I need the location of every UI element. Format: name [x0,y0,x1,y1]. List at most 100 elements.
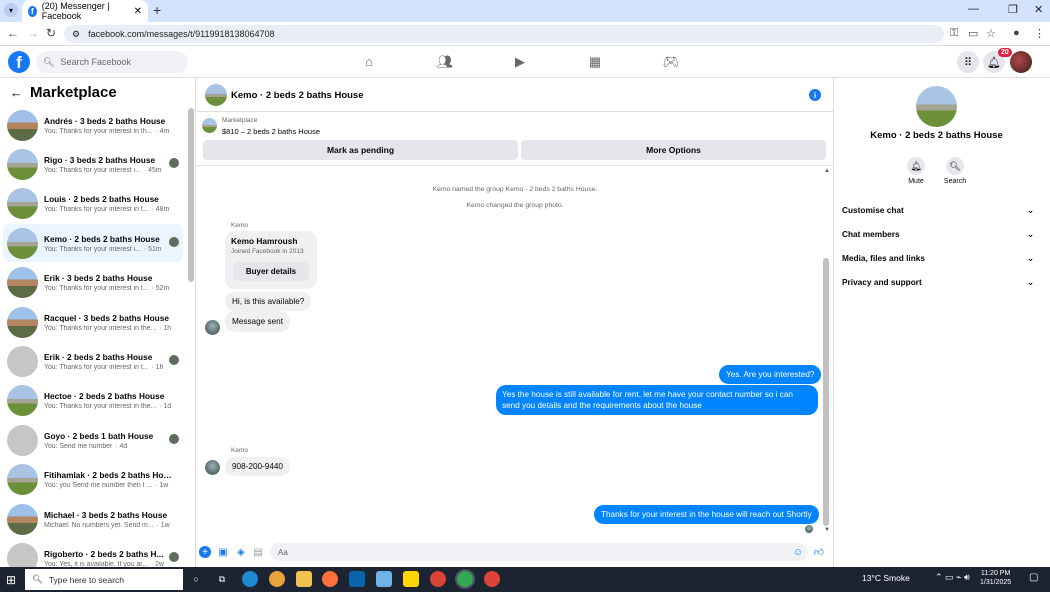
mark-as-pending-button[interactable]: Mark as pending [203,140,518,160]
preview-time: · 52m [151,285,170,293]
conversation-thumbnail [7,464,38,496]
conversation-item[interactable]: Kemo · 2 beds 2 baths House You: Thanks f… [3,224,183,263]
copilot-icon[interactable] [269,571,285,587]
conversation-item[interactable]: Rigo · 3 beds 2 baths House You: Thanks f… [3,145,183,183]
privacy-support-row[interactable]: Privacy and support ⌄ [842,277,1034,287]
conversation-preview: You: Thanks for your interest in the... ·… [44,403,172,410]
conversation-item[interactable]: Louis · 2 beds 2 baths House You: Thanks … [3,185,183,223]
chrome-profile-icon[interactable] [484,571,500,587]
tab-close-icon[interactable]: ✕ [134,6,142,17]
conversation-item[interactable]: Michael · 3 beds 2 baths House Michael: N… [3,500,183,538]
facebook-search-input[interactable]: 🔍︎ Search Facebook [36,51,188,73]
conversation-thumbnail [7,188,38,220]
info-icon[interactable]: i [809,89,821,101]
listing-price-title[interactable]: $810 – 2 beds 2 baths House [222,127,320,136]
system-tray-icons[interactable]: ⌃ ▭ ⌁ 🔊︎ [935,572,970,583]
conversation-item[interactable]: Fitihamlak · 2 beds 2 baths House You: yo… [3,461,183,499]
profile-avatar[interactable] [1010,51,1032,73]
menu-dots-icon[interactable]: ⋮ [1034,27,1045,40]
windows-start-icon[interactable]: ⊞ [6,573,16,587]
sender-avatar[interactable] [205,320,220,335]
restore-icon[interactable]: ❐ [1008,3,1018,16]
file-explorer-icon[interactable] [296,571,312,587]
sticky-notes-icon[interactable] [403,571,419,587]
conversation-preview: Michael: No numbers yet. Send m... · 1w [44,522,172,529]
close-window-icon[interactable]: ✕ [1034,3,1043,16]
taskbar-search-input[interactable]: 🔍︎ Type here to search [25,569,183,590]
chat-members-row[interactable]: Chat members ⌄ [842,229,1034,239]
cast-icon[interactable]: ▭ [968,27,978,40]
chrome-icon[interactable] [430,571,446,587]
conversation-thumbnail [7,227,38,259]
conversation-item[interactable]: Goyo · 2 beds 1 bath House You: Send me n… [3,421,183,459]
mail-icon[interactable] [349,571,365,587]
tab-search-icon[interactable]: ▾ [4,3,18,17]
edge-icon[interactable] [242,571,258,587]
sender-avatar[interactable] [205,460,220,475]
sender-label: Kemo [231,447,248,454]
forward-icon[interactable]: → [27,26,39,40]
weather-widget[interactable]: 13°C Smoke [862,573,910,583]
profile-icon[interactable]: ● [1013,27,1020,39]
like-thumb-icon[interactable]: 👍︎ [813,546,825,558]
chat-scrollbar[interactable] [823,258,829,526]
site-info-icon[interactable]: ⚙ [72,29,80,40]
notification-center-icon[interactable]: ▢ [1029,572,1038,583]
preview-text: Michael: No numbers yet. Send m... [44,521,154,529]
gaming-icon[interactable]: 🎮︎ [662,54,680,69]
group-photo-large[interactable] [916,86,957,127]
gif-icon[interactable]: ▤ [252,546,264,558]
bookmark-star-icon[interactable]: ☆ [986,27,996,40]
search-in-chat-button[interactable]: 🔍︎ Search [935,157,975,185]
outgoing-message: Yes the house is still available for ren… [496,385,818,416]
conversation-name: Andrés · 3 beds 2 baths House [44,115,166,126]
reload-icon[interactable]: ↻ [46,26,56,40]
message-input[interactable]: Aa [270,543,808,561]
conversation-item[interactable]: Erik · 3 beds 2 baths House You: Thanks f… [3,264,183,302]
minimize-icon[interactable]: — [968,3,979,15]
scroll-up-icon[interactable]: ▲ [824,168,830,174]
chrome-active-icon[interactable] [455,569,475,589]
preview-time: · 1h [159,324,172,332]
new-tab-button[interactable]: + [153,2,161,18]
task-view-icon[interactable]: ⧉ [214,571,230,587]
chat-title[interactable]: Kemo · 2 beds 2 baths House [231,90,364,101]
customise-chat-row[interactable]: Customise chat ⌄ [842,205,1034,215]
friends-icon[interactable]: 👥︎ [436,54,454,69]
chat-group-photo[interactable] [205,84,227,106]
facebook-logo-icon[interactable]: f [8,51,30,73]
conversation-item[interactable]: Hectoe · 2 beds 2 baths House You: Thanks… [3,382,183,420]
clock[interactable]: 11:20 PM 1/31/2025 [980,570,1011,588]
conversation-item[interactable]: Erik · 2 beds 2 baths House You: Thanks f… [3,342,183,380]
scroll-down-icon[interactable]: ▼ [824,527,830,533]
mute-button[interactable]: 🔔︎ Mute [896,157,936,185]
firefox-icon[interactable] [322,571,338,587]
preview-text: You: Thanks for your interest in th... [44,127,153,135]
menu-grid-icon[interactable]: ⠿ [957,51,979,73]
conversation-item[interactable]: Andrés · 3 beds 2 baths House You: Thanks… [3,106,183,144]
video-icon[interactable]: ▶ [511,54,529,69]
search-icon: 🔍︎ [946,157,964,175]
store-icon[interactable] [376,571,392,587]
buyer-details-button[interactable]: Buyer details [233,262,309,281]
left-scrollbar[interactable] [188,108,194,282]
back-arrow-icon[interactable]: ← [10,85,23,100]
photo-icon[interactable]: ▣ [217,546,229,558]
sticker-icon[interactable]: ◈ [235,546,247,558]
conversation-item[interactable]: Racquel · 3 beds 2 baths House You: Thank… [3,303,183,341]
marketplace-icon[interactable]: ▦ [586,54,604,69]
plus-icon[interactable]: + [199,546,211,558]
key-icon[interactable]: ⚿ [950,27,958,40]
more-options-button[interactable]: More Options [521,140,826,160]
message-input-placeholder: Aa [278,547,288,557]
conversation-thumbnail [7,385,38,417]
address-bar[interactable]: ⚙ facebook.com/messages/t/91199181380647… [64,25,944,43]
row-label: Media, files and links [842,253,925,263]
media-files-links-row[interactable]: Media, files and links ⌄ [842,253,1034,263]
cortana-icon[interactable]: ○ [188,571,204,587]
back-icon[interactable]: ← [7,26,19,40]
home-icon[interactable]: ⌂ [360,54,378,69]
browser-tab[interactable]: f (20) Messenger | Facebook ✕ [22,0,148,22]
listing-thumbnail[interactable] [202,118,217,133]
emoji-icon[interactable]: ☺ [792,546,804,558]
